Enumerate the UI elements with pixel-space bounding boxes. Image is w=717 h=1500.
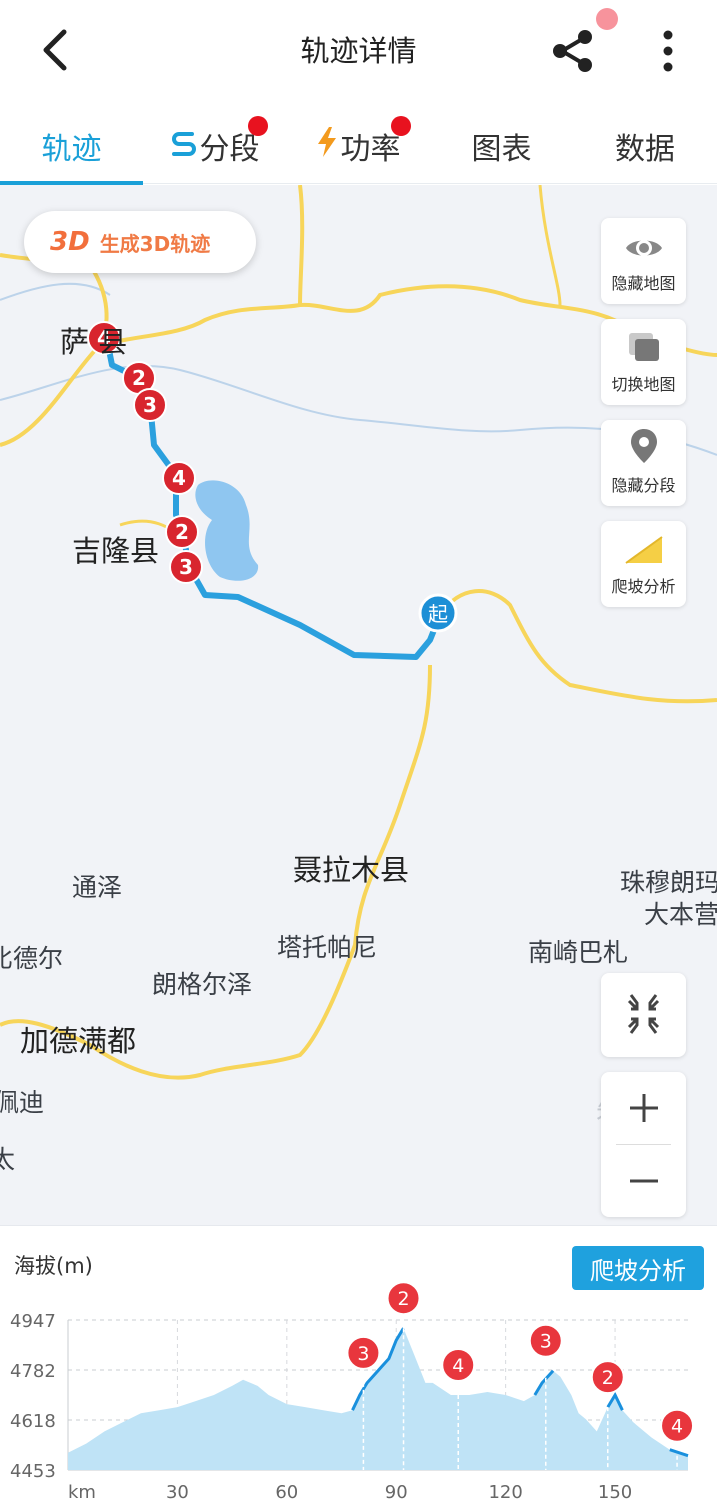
x-tick-label: 120 xyxy=(488,1482,522,1500)
route-segment-marker[interactable]: 2 xyxy=(165,515,199,549)
place-langgeerze: 朗格尔泽 xyxy=(152,970,253,999)
share-icon xyxy=(553,30,592,72)
svg-text:起: 起 xyxy=(428,602,448,626)
plus-icon xyxy=(630,1094,658,1122)
place-jilong: 吉隆县 xyxy=(72,534,160,568)
segment-marker-label: 3 xyxy=(540,1331,552,1353)
segment-marker-label: 2 xyxy=(602,1367,614,1389)
river-line xyxy=(0,282,111,301)
place-jiademan: 加德满都 xyxy=(20,1024,137,1058)
route-marker-label: 2 xyxy=(175,520,189,544)
route-marker-label: 3 xyxy=(179,555,193,579)
place-dabenying: 大本营 xyxy=(644,900,717,929)
elevation-chart[interactable]: 4947 4782 4618 4453 3 2 4 3 2 4 km 30 60 90 120 150 xyxy=(0,1226,717,1500)
y-tick-label: 4453 xyxy=(10,1461,56,1482)
notification-badge xyxy=(596,8,618,30)
share-button[interactable] xyxy=(548,26,598,76)
app-header: 轨迹详情 xyxy=(0,0,717,100)
layers-icon xyxy=(628,333,659,361)
y-tick-label: 4782 xyxy=(10,1361,56,1382)
start-marker[interactable]: 起 xyxy=(418,593,458,633)
tab-segments-dot xyxy=(248,116,268,136)
segment-marker-label: 2 xyxy=(397,1288,409,1310)
location-pin-icon xyxy=(630,429,657,463)
place-tatuopani: 塔托帕尼 xyxy=(277,933,378,962)
road xyxy=(438,589,717,704)
lake xyxy=(195,480,259,581)
elevation-segment-marker[interactable]: 3 xyxy=(528,1323,563,1358)
route-segment-marker[interactable]: 4 xyxy=(162,461,196,495)
route-marker-label: 2 xyxy=(132,366,146,390)
tab-power-dot xyxy=(391,116,411,136)
x-tick-label: 150 xyxy=(598,1482,632,1500)
page-title: 轨迹详情 xyxy=(300,34,417,68)
more-vertical-icon xyxy=(663,30,673,72)
x-tick-label: 90 xyxy=(385,1482,408,1500)
switch-map-button[interactable]: 切换地图 xyxy=(601,319,686,405)
segment-marker-label: 4 xyxy=(452,1355,464,1377)
route-marker-label: 4 xyxy=(172,466,186,490)
tab-track-label: 轨迹 xyxy=(41,132,102,167)
place-nielamu: 聂拉木县 xyxy=(293,853,410,887)
generate-3d-label: 生成3D轨迹 xyxy=(99,231,211,256)
hide-segments-label: 隐藏分段 xyxy=(611,476,676,495)
climb-analysis-map-button[interactable]: 爬坡分析 xyxy=(601,521,686,607)
route-marker-label: 3 xyxy=(143,393,157,417)
hide-segments-button[interactable]: 隐藏分段 xyxy=(601,420,686,506)
generate-3d-button[interactable]: 3D 生成3D轨迹 xyxy=(24,211,256,273)
lightning-icon xyxy=(315,126,339,166)
place-saga: 萨 县 xyxy=(60,325,128,359)
place-zhumulangma: 珠穆朗玛 xyxy=(620,868,717,897)
tab-track[interactable]: 轨迹 xyxy=(0,108,143,184)
hide-map-label: 隐藏地图 xyxy=(611,274,676,293)
mountain-slope-icon xyxy=(624,536,663,564)
route-segment-marker[interactable]: 3 xyxy=(169,550,203,584)
fit-route-button[interactable] xyxy=(601,973,686,1057)
place-bideer: 比德尔 xyxy=(0,944,64,973)
x-tick-label: km xyxy=(68,1482,96,1500)
3d-badge: 3D xyxy=(50,227,90,257)
place-nanqibazha: 南崎巴札 xyxy=(528,938,629,967)
climb-analysis-map-label: 爬坡分析 xyxy=(611,577,676,596)
zoom-in-button[interactable] xyxy=(601,1072,686,1144)
zoom-control xyxy=(601,1072,686,1217)
elevation-segment-marker[interactable]: 4 xyxy=(441,1348,476,1382)
place-peidi: 佩迪 xyxy=(0,1088,45,1117)
y-tick-label: 4618 xyxy=(10,1411,56,1432)
road xyxy=(298,185,305,306)
x-tick-label: 60 xyxy=(275,1482,298,1500)
y-tick-label: 4947 xyxy=(10,1311,56,1332)
hide-map-button[interactable]: 隐藏地图 xyxy=(601,218,686,304)
more-options-button[interactable] xyxy=(650,26,686,76)
x-tick-label: 30 xyxy=(166,1482,189,1500)
elevation-segment-marker[interactable]: 2 xyxy=(386,1281,421,1316)
elevation-segment-marker[interactable]: 4 xyxy=(660,1408,695,1443)
tab-charts-label: 图表 xyxy=(471,132,532,167)
map-view[interactable]: 起 423423 萨 县 吉隆县 通泽 聂拉木县 珠穆朗玛 大本营 比德尔 塔托… xyxy=(0,185,717,1225)
tab-charts[interactable]: 图表 xyxy=(430,108,573,184)
segment-marker-label: 3 xyxy=(357,1343,369,1365)
minus-icon xyxy=(630,1179,658,1183)
tab-bar: 轨迹 分段 功率 图表 数据 xyxy=(0,108,717,185)
tab-data-label: 数据 xyxy=(615,132,675,167)
road xyxy=(538,185,562,306)
route-segment-marker[interactable]: 3 xyxy=(133,388,167,422)
tab-data[interactable]: 数据 xyxy=(573,108,717,184)
eye-icon xyxy=(625,240,662,256)
switch-map-label: 切换地图 xyxy=(611,375,676,394)
zoom-out-button[interactable] xyxy=(601,1145,686,1217)
elevation-segment-marker[interactable]: 2 xyxy=(590,1360,625,1395)
place-tongze: 通泽 xyxy=(72,873,123,902)
elevation-segment-marker[interactable]: 3 xyxy=(346,1335,381,1370)
segment-marker-label: 4 xyxy=(671,1416,683,1438)
place-tai: 太 xyxy=(0,1145,16,1174)
elevation-panel: 海拔(m) 爬坡分析 4947 4782 4618 4453 3 2 4 3 2 4 km 30 60 9… xyxy=(0,1225,717,1500)
segment-icon xyxy=(170,128,198,164)
collapse-icon xyxy=(627,994,660,1034)
